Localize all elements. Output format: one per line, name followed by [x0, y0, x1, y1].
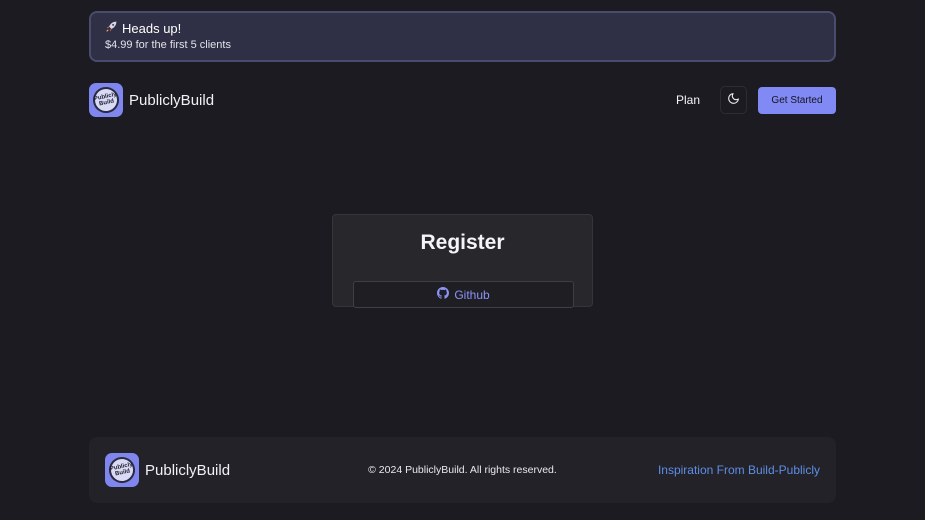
get-started-button[interactable]: Get Started [758, 87, 836, 114]
inspiration-link[interactable]: Inspiration From Build-Publicly [658, 463, 820, 477]
register-card: Register Github [332, 214, 593, 308]
banner-title-row: Heads up! [105, 20, 820, 37]
github-label: Github [454, 287, 490, 302]
footer: Publicly Build PubliclyBuild © 2024 Publi… [89, 437, 836, 503]
banner-subtitle: $4.99 for the first 5 clients [105, 39, 231, 51]
banner-title: Heads up! [122, 20, 182, 36]
nav-link-plan[interactable]: Plan [676, 93, 700, 107]
theme-toggle-button[interactable] [720, 86, 747, 114]
github-icon [437, 287, 450, 302]
logo-image: Publicly Build [89, 83, 123, 117]
logo-badge: Publicly Build [90, 84, 122, 116]
moon-icon [727, 92, 740, 108]
brand-name: PubliclyBuild [129, 91, 215, 109]
github-signin-button[interactable]: Github [353, 281, 574, 308]
announcement-banner: Heads up! $4.99 for the first 5 clients [89, 11, 836, 62]
register-title: Register [420, 231, 505, 254]
rocket-icon [105, 20, 118, 37]
header-logo-link[interactable]: Publicly Build PubliclyBuild [89, 83, 214, 117]
